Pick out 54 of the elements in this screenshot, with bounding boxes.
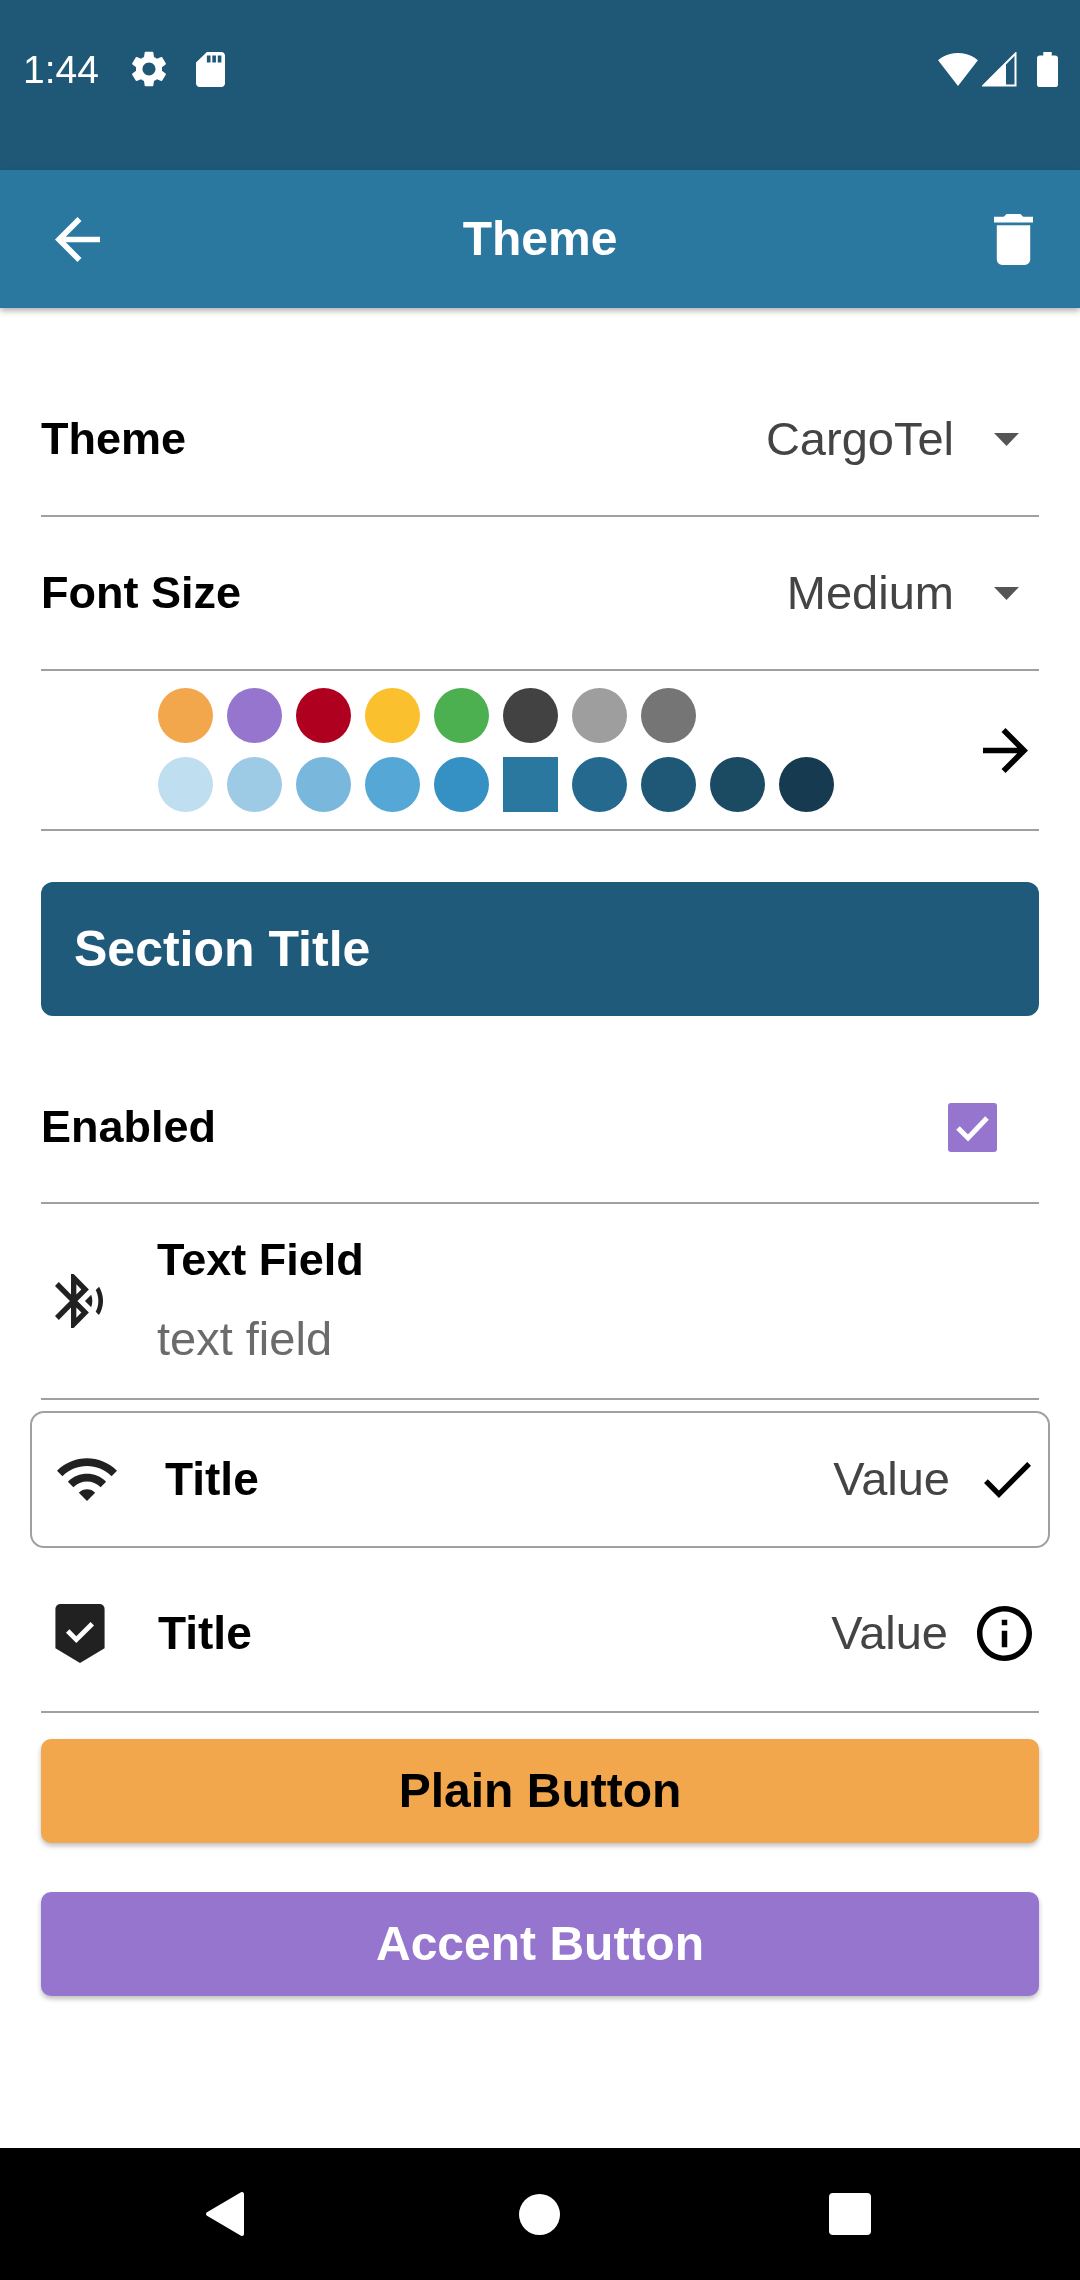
color-swatch-icon[interactable] — [434, 688, 489, 743]
color-swatch-icon[interactable] — [158, 757, 213, 812]
caret-icon — [994, 432, 1019, 446]
bluetooth-icon — [55, 1274, 103, 1328]
battery-icon — [1037, 51, 1058, 87]
color-swatch-icon[interactable] — [710, 757, 765, 812]
dropdown[interactable]: CargoTel — [765, 403, 1039, 475]
setting-label: Theme — [41, 412, 187, 467]
arrow-right-icon[interactable] — [983, 727, 1028, 773]
field-label: Text Field — [157, 1233, 364, 1287]
app-bar-title: Theme — [462, 215, 618, 263]
item-title: Title — [158, 1606, 252, 1661]
setting-label: Font Size — [41, 566, 241, 621]
color-swatch-icon[interactable] — [503, 688, 558, 743]
info-icon[interactable] — [977, 1606, 1032, 1661]
item-value: Value — [831, 1605, 948, 1662]
plain-button[interactable]: Plain Button — [41, 1739, 1039, 1843]
color-swatch-icon[interactable] — [641, 688, 696, 743]
color-swatch-icon[interactable] — [227, 688, 282, 743]
trash-icon[interactable] — [994, 213, 1033, 265]
color-swatch-icon[interactable] — [641, 757, 696, 812]
settings-icon — [131, 51, 166, 87]
shield-check-icon — [55, 1604, 105, 1663]
input-field[interactable]: text field — [157, 1309, 857, 1369]
status-time: 1:44 — [23, 49, 99, 89]
item-value: Value — [833, 1451, 950, 1508]
wifi-icon — [938, 52, 978, 86]
row-label: Enabled — [41, 1100, 217, 1155]
nav-back-icon[interactable] — [205, 2191, 245, 2237]
color-swatch-icon[interactable] — [779, 757, 834, 812]
caret-icon — [994, 586, 1019, 600]
checkbox[interactable] — [948, 1102, 997, 1152]
list-item[interactable]: Title Value — [41, 1548, 1039, 1713]
color-swatch-icon[interactable] — [227, 757, 282, 812]
list-item[interactable]: Title Value — [30, 1411, 1050, 1548]
color-swatch-icon[interactable] — [503, 757, 558, 812]
sd-card-icon — [195, 51, 225, 87]
wifi-icon — [57, 1458, 117, 1501]
signal-icon — [982, 51, 1017, 87]
dropdown[interactable]: Medium — [786, 557, 1039, 629]
color-swatch-icon[interactable] — [365, 757, 420, 812]
item-title: Title — [165, 1452, 259, 1507]
color-swatch-icon[interactable] — [296, 757, 351, 812]
color-swatch-icon[interactable] — [158, 688, 213, 743]
nav-home-icon[interactable] — [519, 2193, 560, 2235]
check-icon — [984, 1461, 1031, 1498]
color-swatch-icon[interactable] — [296, 688, 351, 743]
color-swatch-icon[interactable] — [365, 688, 420, 743]
color-swatch-icon[interactable] — [572, 688, 627, 743]
color-swatch-icon[interactable] — [572, 757, 627, 812]
accent-button[interactable]: Accent Button — [41, 1892, 1039, 1996]
color-swatch-icon[interactable] — [434, 757, 489, 812]
back-arrow-icon[interactable] — [55, 216, 100, 262]
section-title: Section Title — [41, 882, 1039, 1016]
